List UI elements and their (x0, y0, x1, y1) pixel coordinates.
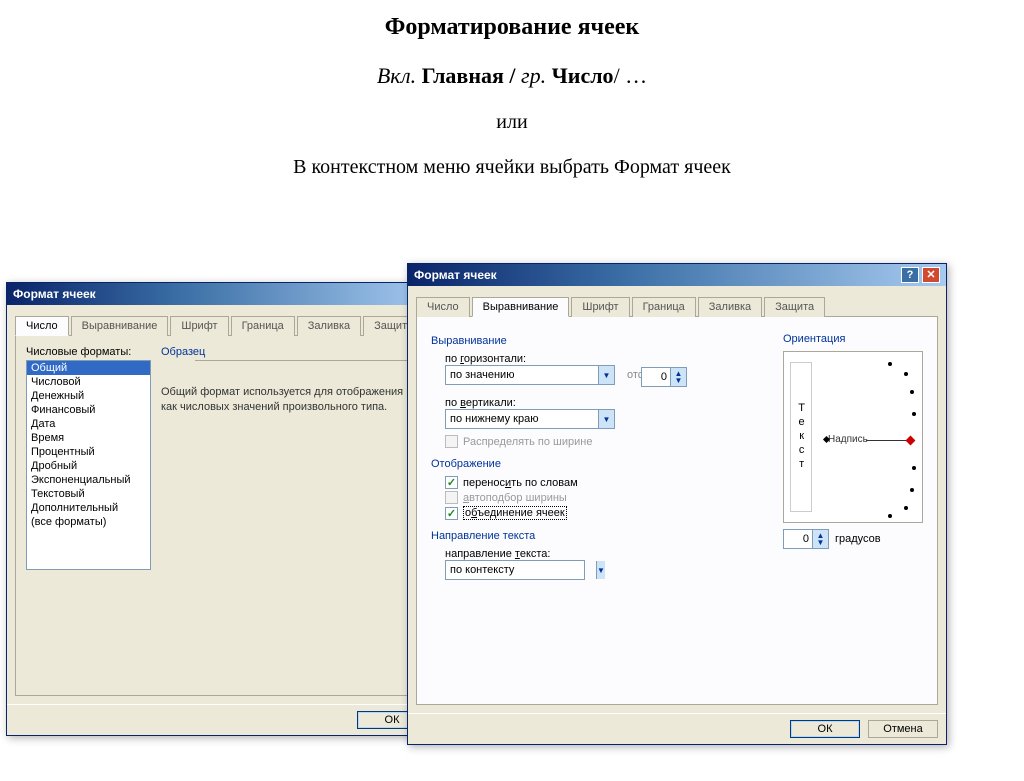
vertical-align-combo[interactable]: ▼ (445, 409, 615, 429)
tab-font[interactable]: Шрифт (170, 316, 228, 336)
tab-strip: Число Выравнивание Шрифт Граница Заливка… (15, 315, 427, 336)
sample-label: Образец (161, 346, 416, 358)
checkmark-icon: ✓ (445, 507, 458, 520)
tab-protection[interactable]: Защита (764, 297, 825, 317)
text-direction-label: направление текста: (445, 548, 923, 560)
titlebar-text: Формат ячеек (13, 283, 96, 305)
text-direction-value[interactable] (446, 561, 596, 579)
tab-strip: Число Выравнивание Шрифт Граница Заливка… (416, 296, 938, 317)
tab-font[interactable]: Шрифт (571, 297, 629, 317)
spinner-arrows-icon[interactable]: ▲▼ (670, 368, 686, 386)
tab-alignment[interactable]: Выравнивание (71, 316, 169, 336)
dialog-format-cells-number: Формат ячеек Число Выравнивание Шрифт Гр… (6, 282, 436, 736)
titlebar[interactable]: Формат ячеек ? ✕ (408, 264, 946, 286)
tab-number[interactable]: Число (15, 316, 69, 336)
slide-or: или (0, 111, 1024, 134)
indent-input[interactable] (642, 368, 670, 386)
chevron-down-icon[interactable]: ▼ (598, 366, 614, 384)
list-item[interactable]: Дата (27, 417, 150, 431)
checkmark-icon: ✓ (445, 476, 458, 489)
list-item[interactable]: Дробный (27, 459, 150, 473)
list-item[interactable]: Время (27, 431, 150, 445)
chevron-down-icon[interactable]: ▼ (598, 410, 614, 428)
list-item[interactable]: Процентный (27, 445, 150, 459)
dial-label: Надпись (828, 434, 868, 445)
vertical-text-preview[interactable]: Текст (790, 362, 812, 512)
list-item[interactable]: Денежный (27, 389, 150, 403)
degrees-input[interactable] (784, 530, 812, 548)
format-description: Общий формат используется для отображени… (161, 385, 416, 415)
degrees-unit: градусов (835, 533, 881, 545)
tab-number[interactable]: Число (416, 297, 470, 317)
list-item[interactable]: Финансовый (27, 403, 150, 417)
degrees-spinner[interactable]: ▲▼ (783, 529, 829, 549)
horizontal-align-combo[interactable]: ▼ (445, 365, 615, 385)
cancel-button[interactable]: Отмена (868, 720, 938, 738)
list-item[interactable]: (все форматы) (27, 515, 150, 529)
close-icon[interactable]: ✕ (922, 267, 940, 283)
indent-spinner[interactable]: ▲▼ (641, 367, 687, 387)
slide-subtitle: Вкл. Главная / гр. Число/ … (0, 63, 1024, 89)
list-item[interactable]: Общий (27, 361, 150, 375)
dialog-format-cells-alignment: Формат ячеек ? ✕ Число Выравнивание Шриф… (407, 263, 947, 745)
slide-context: В контекстном меню ячейки выбрать Формат… (0, 156, 1024, 179)
help-icon[interactable]: ? (901, 267, 919, 283)
list-item[interactable]: Числовой (27, 375, 150, 389)
list-item[interactable]: Текстовый (27, 487, 150, 501)
orientation-control[interactable]: Текст Надпись (783, 351, 923, 523)
formats-label: Числовые форматы: (26, 346, 151, 358)
dial-handle-icon[interactable] (906, 436, 916, 446)
text-direction-combo[interactable]: ▼ (445, 560, 585, 580)
spinner-arrows-icon[interactable]: ▲▼ (812, 530, 828, 548)
orientation-label: Ориентация (783, 333, 923, 345)
chevron-down-icon[interactable]: ▼ (596, 561, 605, 579)
vertical-align-value[interactable] (446, 410, 598, 428)
orientation-dial[interactable]: Надпись (824, 360, 916, 516)
tab-fill[interactable]: Заливка (297, 316, 361, 336)
titlebar[interactable]: Формат ячеек (7, 283, 435, 305)
number-formats-list[interactable]: Общий Числовой Денежный Финансовый Дата … (26, 360, 151, 570)
slide-title: Форматирование ячеек (0, 14, 1024, 41)
tab-border[interactable]: Граница (632, 297, 696, 317)
tab-border[interactable]: Граница (231, 316, 295, 336)
horizontal-align-value[interactable] (446, 366, 598, 384)
list-item[interactable]: Дополнительный (27, 501, 150, 515)
list-item[interactable]: Экспоненциальный (27, 473, 150, 487)
ok-button[interactable]: ОК (790, 720, 860, 738)
tab-alignment[interactable]: Выравнивание (472, 297, 570, 317)
tab-fill[interactable]: Заливка (698, 297, 762, 317)
titlebar-text: Формат ячеек (414, 264, 497, 286)
